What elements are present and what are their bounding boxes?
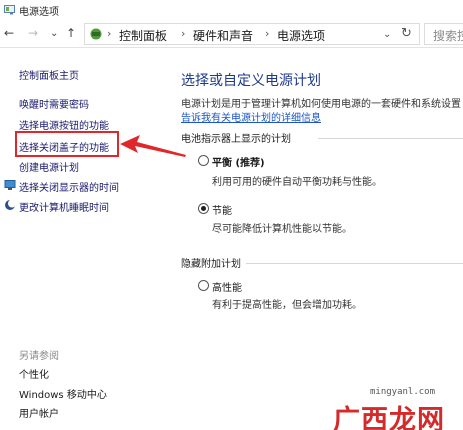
control-panel-home-link[interactable]: 控制面板主页	[19, 67, 79, 82]
breadcrumb-control-panel[interactable]: 控制面板	[119, 27, 167, 44]
battery-plans-group-label: 电池指示器上显示的计划	[181, 134, 291, 145]
recent-locations-button[interactable]: ⌄	[50, 27, 58, 41]
annotation-highlight-box	[15, 131, 119, 157]
forward-button[interactable]: →	[28, 26, 38, 40]
see-also-mobility-center-link[interactable]: Windows 移动中心	[19, 386, 107, 401]
hidden-plans-group-label[interactable]: 隐藏附加计划	[181, 255, 241, 270]
plan-power-saver-label[interactable]: 节能	[212, 202, 232, 217]
power-plan-info-link[interactable]: 告诉我有关电源计划的详细信息	[181, 109, 321, 124]
sidebar-item-display-off[interactable]: 选择关闭显示器的时间	[19, 179, 119, 194]
search-input[interactable]: 搜索控	[424, 23, 463, 45]
plan-balanced-label[interactable]: 平衡 (推荐)	[212, 154, 265, 169]
see-also-heading: 另请参阅	[19, 351, 59, 362]
breadcrumb-hardware-sound[interactable]: 硬件和声音	[193, 27, 253, 44]
see-also-user-accounts-link[interactable]: 用户帐户	[19, 405, 59, 420]
plan-balanced-description: 利用可用的硬件自动平衡功耗与性能。	[212, 177, 382, 188]
sleep-moon-icon	[5, 199, 16, 210]
monitor-icon	[4, 180, 16, 190]
watermark-url: mingyanl.com	[370, 387, 436, 397]
plan-high-performance-description: 有利于提高性能，但会增加功耗。	[212, 300, 362, 311]
power-options-icon	[4, 5, 15, 15]
breadcrumb-separator: ›	[265, 27, 270, 40]
plan-power-saver-description: 尽可能降低计算机性能以节能。	[212, 224, 352, 235]
plan-high-performance-label[interactable]: 高性能	[212, 279, 242, 294]
sidebar-item-create-plan[interactable]: 创建电源计划	[19, 159, 79, 174]
address-toolbar: ← → ⌄ ↑ › 控制面板 › 硬件和声音 › 电源选项 ⌄ ↻ 搜索控	[0, 20, 463, 48]
breadcrumb-power-options[interactable]: 电源选项	[277, 27, 325, 44]
breadcrumb-separator: ›	[181, 27, 186, 40]
watermark-logo: 广西龙网	[333, 405, 445, 430]
control-panel-icon	[90, 28, 102, 40]
page-title: 选择或自定义电源计划	[181, 73, 321, 89]
address-field[interactable]: › 控制面板 › 硬件和声音 › 电源选项 ⌄ ↻	[84, 23, 420, 45]
plan-power-saver-radio[interactable]	[198, 203, 209, 214]
plan-balanced-radio[interactable]	[198, 155, 209, 166]
address-dropdown-button[interactable]: ⌄	[383, 29, 391, 40]
refresh-button[interactable]: ↻	[401, 26, 412, 41]
see-also-personalization-link[interactable]: 个性化	[19, 366, 49, 381]
sidebar-item-sleep-time[interactable]: 更改计算机睡眠时间	[19, 199, 109, 214]
back-button[interactable]: ←	[4, 26, 14, 40]
breadcrumb-separator: ›	[107, 27, 112, 40]
search-placeholder: 搜索控	[433, 29, 463, 43]
plan-high-performance-radio[interactable]	[198, 280, 209, 291]
sidebar: 控制面板主页 唤醒时需要密码 选择电源按钮的功能 选择关闭盖子的功能 创建电源计…	[0, 49, 170, 430]
page-description: 电源计划是用于管理计算机如何使用电源的一套硬件和系统设置	[181, 99, 461, 110]
up-button[interactable]: ↑	[66, 26, 76, 40]
main-panel: 选择或自定义电源计划 电源计划是用于管理计算机如何使用电源的一套硬件和系统设置 …	[170, 49, 463, 430]
group-divider	[246, 263, 463, 264]
sidebar-item-power-button[interactable]: 选择电源按钮的功能	[19, 117, 109, 132]
sidebar-item-require-password[interactable]: 唤醒时需要密码	[19, 96, 89, 111]
window-title: 电源选项	[19, 7, 59, 18]
title-bar: 电源选项	[0, 0, 463, 20]
group-divider	[318, 138, 463, 139]
